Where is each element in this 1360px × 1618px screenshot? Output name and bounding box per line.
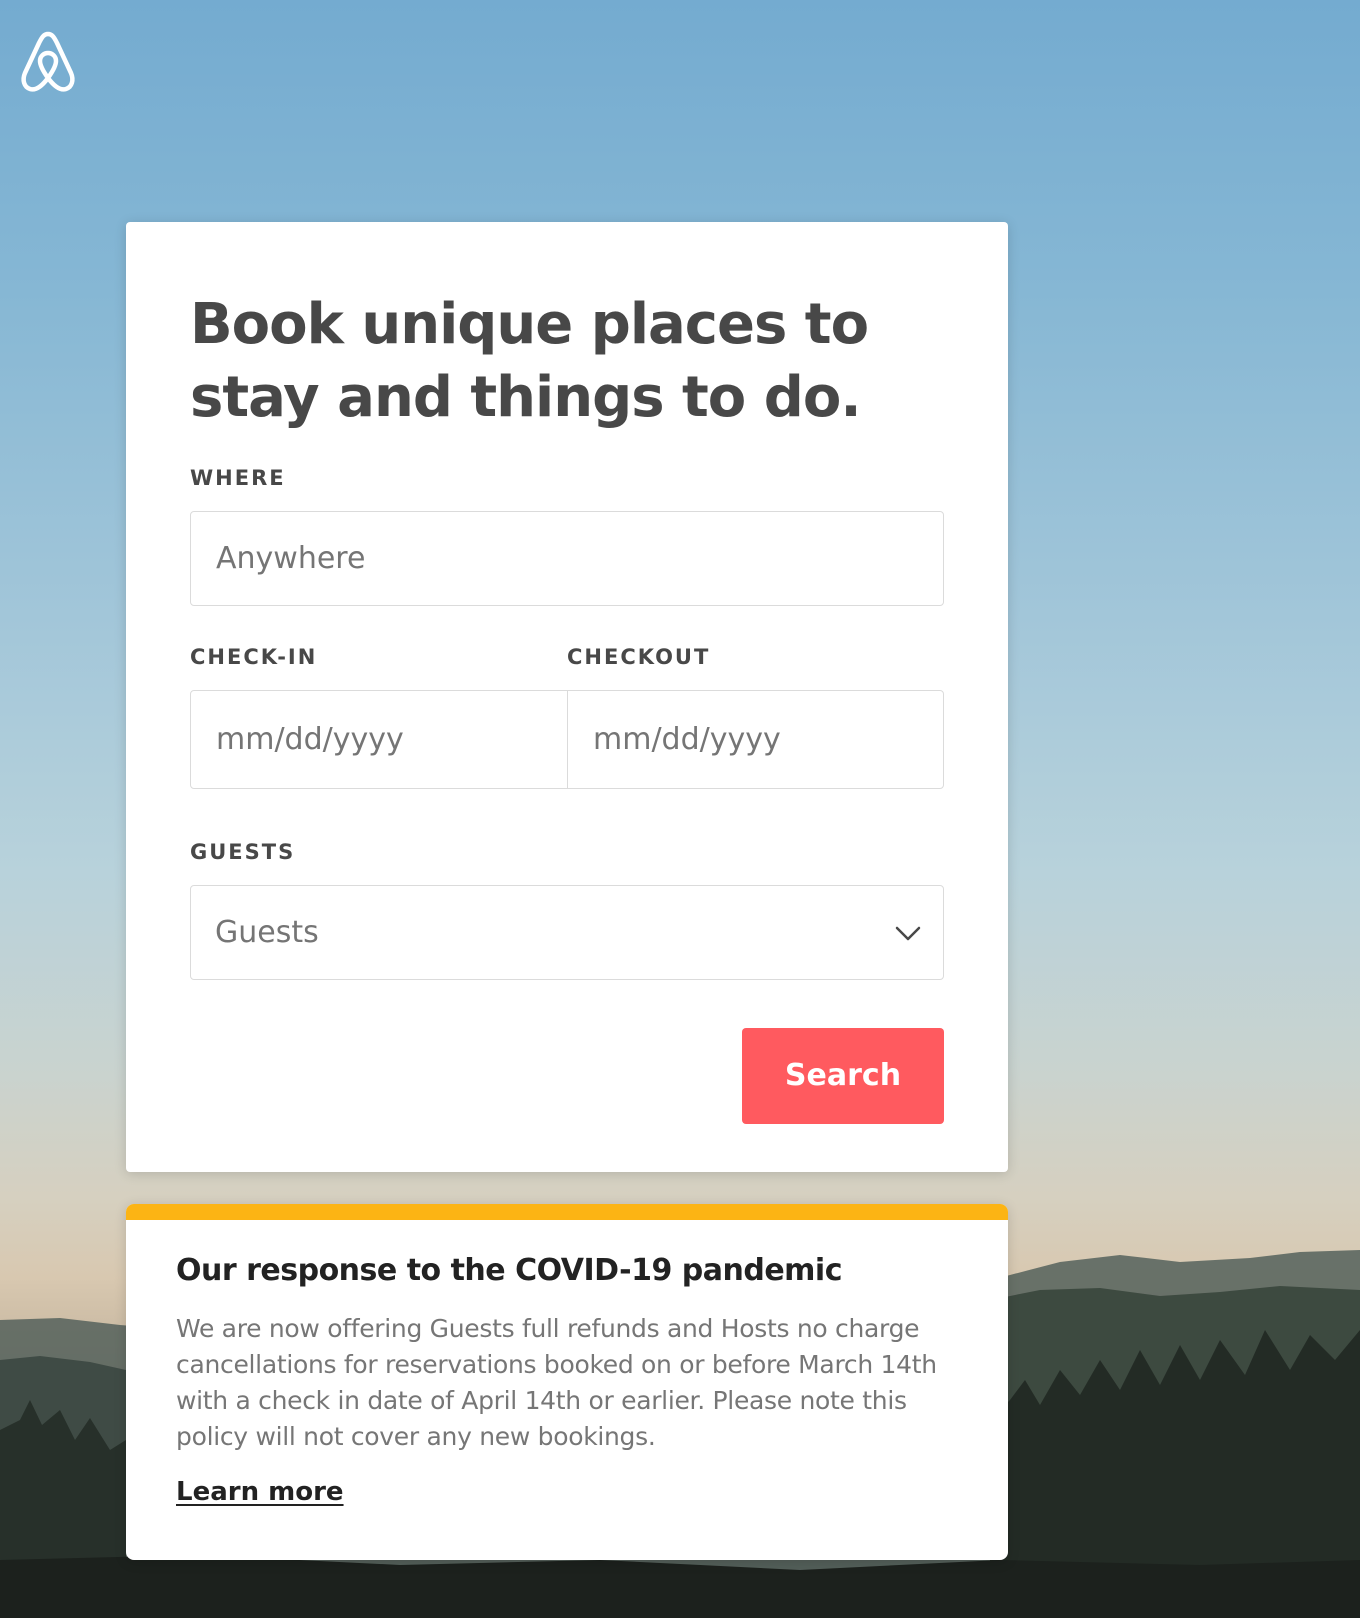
search-card: Book unique places to stay and things to… bbox=[126, 222, 1008, 1172]
page-title: Book unique places to stay and things to… bbox=[190, 292, 869, 430]
date-range-field bbox=[190, 690, 944, 789]
learn-more-link[interactable]: Learn more bbox=[176, 1474, 344, 1510]
check-in-input[interactable] bbox=[191, 691, 567, 788]
notice-title: Our response to the COVID-19 pandemic bbox=[176, 1253, 843, 1288]
checkout-input[interactable] bbox=[568, 691, 943, 788]
covid-notice-card: Our response to the COVID-19 pandemic We… bbox=[126, 1204, 1008, 1560]
checkout-label: CHECKOUT bbox=[567, 645, 711, 669]
notice-body: We are now offering Guests full refunds … bbox=[176, 1314, 937, 1451]
airbnb-logo-icon[interactable] bbox=[17, 28, 79, 96]
guests-label: GUESTS bbox=[190, 840, 296, 864]
guests-selected-value: Guests bbox=[215, 915, 319, 950]
guests-select[interactable]: Guests bbox=[190, 885, 944, 980]
check-in-label: CHECK-IN bbox=[190, 645, 318, 669]
chevron-down-icon bbox=[895, 926, 921, 941]
where-input[interactable] bbox=[190, 511, 944, 606]
notice-accent-bar bbox=[126, 1204, 1008, 1220]
search-button[interactable]: Search bbox=[742, 1028, 944, 1124]
where-label: WHERE bbox=[190, 466, 286, 490]
